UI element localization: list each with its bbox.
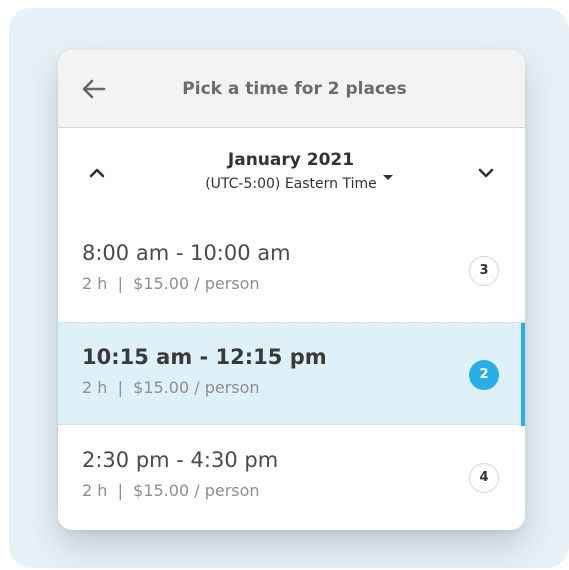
slot-duration-price: 2 h | $15.00 / person <box>82 481 260 500</box>
month-timezone-dropdown[interactable]: January 2021 (UTC-5:00) Eastern Time <box>186 148 396 200</box>
places-count-badge: 4 <box>469 463 499 493</box>
slot-duration-price: 2 h | $15.00 / person <box>82 274 260 293</box>
timezone-label: (UTC-5:00) Eastern Time <box>205 176 377 192</box>
card-header: Pick a time for 2 places <box>58 50 525 128</box>
time-slot[interactable]: 8:00 am - 10:00 am 2 h | $15.00 / person… <box>58 219 525 322</box>
caret-down-icon <box>383 175 393 180</box>
month-label: January 2021 <box>227 150 355 170</box>
places-count-badge: 2 <box>469 360 499 390</box>
chevron-up-icon[interactable] <box>85 161 109 185</box>
time-slot-selected[interactable]: 10:15 am - 12:15 pm 2 h | $15.00 / perso… <box>58 322 525 426</box>
slot-time-range: 2:30 pm - 4:30 pm <box>82 448 279 472</box>
slot-time-range: 8:00 am - 10:00 am <box>82 241 291 265</box>
slot-duration-price: 2 h | $15.00 / person <box>82 378 260 397</box>
places-count-badge: 3 <box>469 256 499 286</box>
page-title: Pick a time for 2 places <box>182 79 407 99</box>
time-slot[interactable]: 2:30 pm - 4:30 pm 2 h | $15.00 / person … <box>58 426 525 529</box>
chevron-down-icon[interactable] <box>474 161 498 185</box>
booking-card: Pick a time for 2 places January 2021 (U… <box>58 50 525 530</box>
slot-time-range: 10:15 am - 12:15 pm <box>82 345 327 369</box>
month-navigator: January 2021 (UTC-5:00) Eastern Time <box>58 128 525 220</box>
